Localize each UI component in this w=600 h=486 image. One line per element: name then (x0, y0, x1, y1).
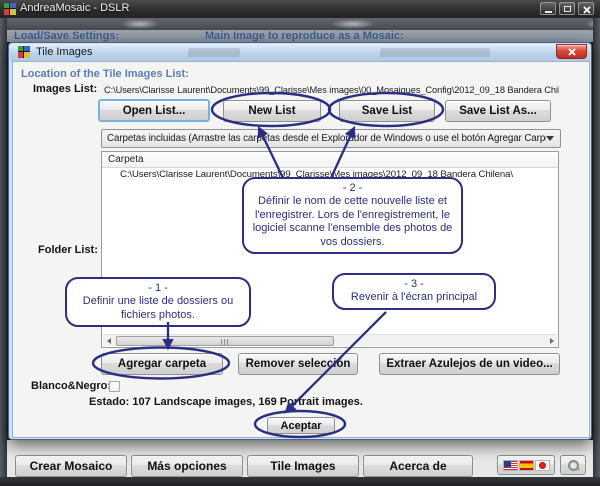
window-title: AndreaMosaic - DSLR (20, 2, 129, 14)
open-list-button[interactable]: Open List... (98, 99, 210, 122)
callout-2-title: - 2 - (251, 182, 454, 195)
tile-images-button[interactable]: Tile Images (247, 455, 359, 477)
close-icon (566, 47, 578, 57)
crear-mosaico-button[interactable]: Crear Mosaico (15, 455, 127, 477)
scrollbar-thumb[interactable] (116, 336, 334, 346)
save-list-button[interactable]: Save List (339, 100, 435, 122)
load-save-settings-label: Load/Save Settings: (14, 30, 119, 42)
arrow-left-icon (107, 338, 111, 344)
titlebar-blur-artifact (188, 48, 240, 57)
location-header: Location of the Tile Images List: (21, 68, 189, 80)
arrow-right-icon (550, 338, 554, 344)
window-border-right (593, 18, 600, 486)
magnifier-icon (568, 460, 578, 470)
estado-value: 107 Landscape images, 169 Portrait image… (132, 396, 363, 408)
window-titlebar: AndreaMosaic - DSLR (0, 0, 600, 18)
folder-mode-selected: Carpetas incluidas (Arrastre las carpeta… (102, 133, 546, 144)
maximize-button[interactable] (559, 2, 575, 15)
acerca-de-button[interactable]: Acerca de (363, 455, 473, 477)
window-close-button[interactable] (578, 2, 594, 15)
list-column-header[interactable]: Carpeta (102, 152, 558, 168)
folder-mode-dropdown[interactable]: Carpetas incluidas (Arrastre las carpeta… (101, 129, 561, 148)
main-image-label: Main Image to reproduce as a Mosaic: (205, 30, 404, 42)
close-icon (581, 4, 593, 15)
spain-flag-icon (519, 460, 534, 471)
horizontal-scrollbar[interactable] (103, 334, 557, 346)
callout-1-text: Definir une liste de dossiers ou fichier… (74, 295, 242, 322)
folder-list-label: Folder List: (38, 244, 98, 256)
estado-line: Estado: 107 Landscape images, 169 Portra… (89, 396, 363, 408)
screen: AndreaMosaic - DSLR Load/Save Settings: … (0, 0, 600, 486)
glass-reflection (120, 19, 160, 29)
titlebar-blur-artifact (380, 48, 490, 57)
chevron-down-icon (546, 136, 554, 141)
dialog-mosaic-icon (18, 46, 30, 58)
callout-1-title: - 1 - (74, 282, 242, 295)
callout-1: - 1 - Definir une liste de dossiers ou f… (65, 277, 251, 327)
us-flag-icon (503, 460, 518, 471)
extraer-azulejos-button[interactable]: Extraer Azulejos de un video... (379, 353, 560, 375)
window-border-left (0, 18, 7, 486)
blanco-negro-label: Blanco&Negro: (31, 380, 111, 392)
callout-2-text: Définir le nom de cette nouvelle liste e… (251, 195, 454, 249)
dialog-title: Tile Images (36, 46, 92, 58)
callout-2: - 2 - Définir le nom de cette nouvelle l… (242, 177, 463, 254)
language-flags-button[interactable] (497, 455, 555, 475)
mas-opciones-button[interactable]: Más opciones (131, 455, 243, 477)
window-border-bottom (0, 477, 600, 486)
remover-seleccion-button[interactable]: Remover selección (238, 353, 358, 375)
glass-reflection (330, 19, 376, 29)
japan-flag-icon (535, 460, 550, 471)
callout-3-text: Revenir à l'écran principal (341, 291, 487, 304)
app-mosaic-icon (4, 3, 16, 15)
maximize-icon (564, 6, 571, 12)
scroll-right-button[interactable] (546, 336, 557, 346)
dialog-titlebar: Tile Images (10, 44, 590, 61)
callout-3-title: - 3 - (341, 278, 487, 291)
blanco-negro-checkbox[interactable] (109, 381, 120, 392)
aceptar-button[interactable]: Aceptar (267, 417, 335, 434)
minimize-icon (545, 11, 552, 13)
callout-3: - 3 - Revenir à l'écran principal (332, 273, 496, 310)
glass-strip (0, 18, 600, 30)
search-button[interactable] (560, 455, 586, 475)
dialog-close-button[interactable] (556, 44, 587, 59)
estado-label: Estado: (89, 396, 129, 408)
scroll-left-button[interactable] (103, 336, 114, 346)
images-list-label: Images List: (33, 83, 97, 95)
agregar-carpeta-button[interactable]: Agregar carpeta (101, 353, 223, 375)
save-list-as-button[interactable]: Save List As... (445, 100, 551, 122)
new-list-button[interactable]: New List (223, 100, 321, 122)
minimize-button[interactable] (540, 2, 556, 15)
list-column-header-label: Carpeta (108, 154, 144, 165)
images-list-path: C:\Users\Clarisse Laurent\Documents\99_C… (104, 85, 559, 95)
scrollbar-grip-icon (221, 339, 229, 345)
